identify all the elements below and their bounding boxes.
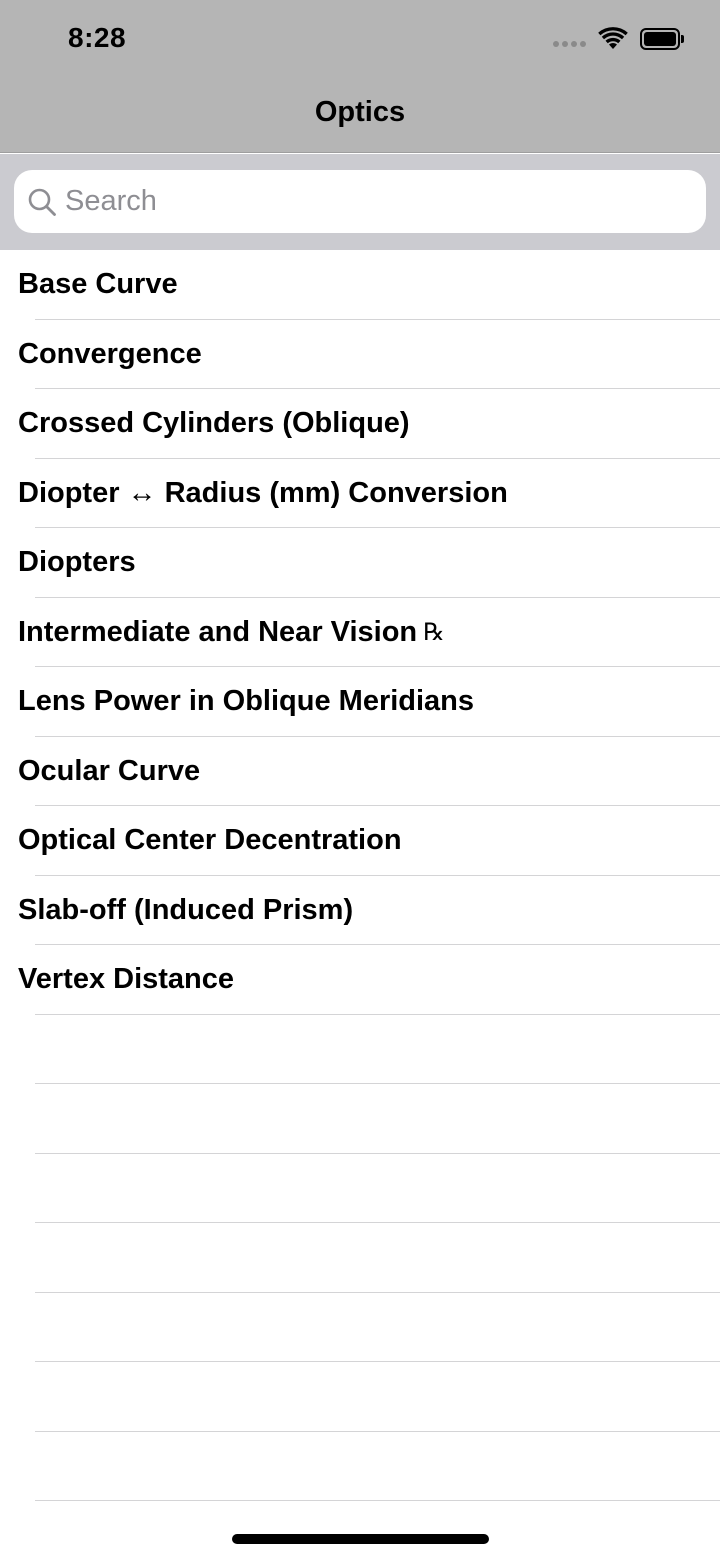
list-item-label: Optical Center Decentration: [18, 824, 402, 857]
list-item[interactable]: Optical Center Decentration: [0, 806, 720, 876]
list-item[interactable]: Diopters: [0, 528, 720, 598]
list-item-label: Intermediate and Near Vision: [18, 615, 418, 648]
calculator-list: Base Curve Convergence Crossed Cylinders…: [0, 250, 720, 1501]
list-item-label: Slab-off (Induced Prism): [18, 893, 354, 926]
list-item-label: Ocular Curve: [18, 754, 201, 787]
list-item[interactable]: Slab-off (Induced Prism): [0, 876, 720, 946]
empty-row: [0, 1084, 720, 1154]
search-input[interactable]: [65, 181, 665, 222]
empty-row: [0, 1223, 720, 1293]
list-item-label: Lens Power in Oblique Meridians: [18, 685, 475, 718]
list-item[interactable]: Vertex Distance: [0, 945, 720, 1015]
navigation-header: 8:28 Optics: [0, 0, 720, 153]
empty-row: [0, 1154, 720, 1224]
list-item[interactable]: Convergence: [0, 320, 720, 390]
search-icon: [28, 188, 56, 216]
home-indicator[interactable]: [232, 1534, 489, 1544]
empty-row: [0, 1362, 720, 1432]
list-item[interactable]: Intermediate and Near Vision ℞: [0, 598, 720, 668]
list-item-label: Diopter ↔ Radius (mm) Conversion: [18, 476, 508, 509]
page-title: Optics: [314, 96, 406, 128]
signal-dots-icon: [553, 41, 586, 47]
list-item[interactable]: Crossed Cylinders (Oblique): [0, 389, 720, 459]
prescription-symbol: ℞: [423, 618, 445, 647]
empty-row: [0, 1293, 720, 1363]
battery-icon: [640, 28, 684, 50]
status-time: 8:28: [68, 22, 127, 53]
empty-row: [0, 1015, 720, 1085]
list-item[interactable]: Ocular Curve: [0, 737, 720, 807]
list-item-label: Convergence: [18, 337, 202, 370]
list-item-label: Crossed Cylinders (Oblique): [18, 407, 410, 440]
search-field[interactable]: [14, 170, 706, 233]
list-item[interactable]: Lens Power in Oblique Meridians: [0, 667, 720, 737]
empty-row: [0, 1432, 720, 1502]
list-item-label: Diopters: [18, 546, 136, 579]
wifi-icon: [598, 27, 628, 49]
screen: 8:28 Optics Search Base Curve Convergenc…: [0, 0, 720, 1558]
search-area: [0, 154, 720, 250]
list-item[interactable]: Base Curve: [0, 250, 720, 320]
list-item-label: Vertex Distance: [18, 963, 235, 996]
list-item-label: Base Curve: [18, 268, 178, 301]
status-icons: [553, 26, 684, 52]
list-item[interactable]: Diopter ↔ Radius (mm) Conversion: [0, 459, 720, 529]
